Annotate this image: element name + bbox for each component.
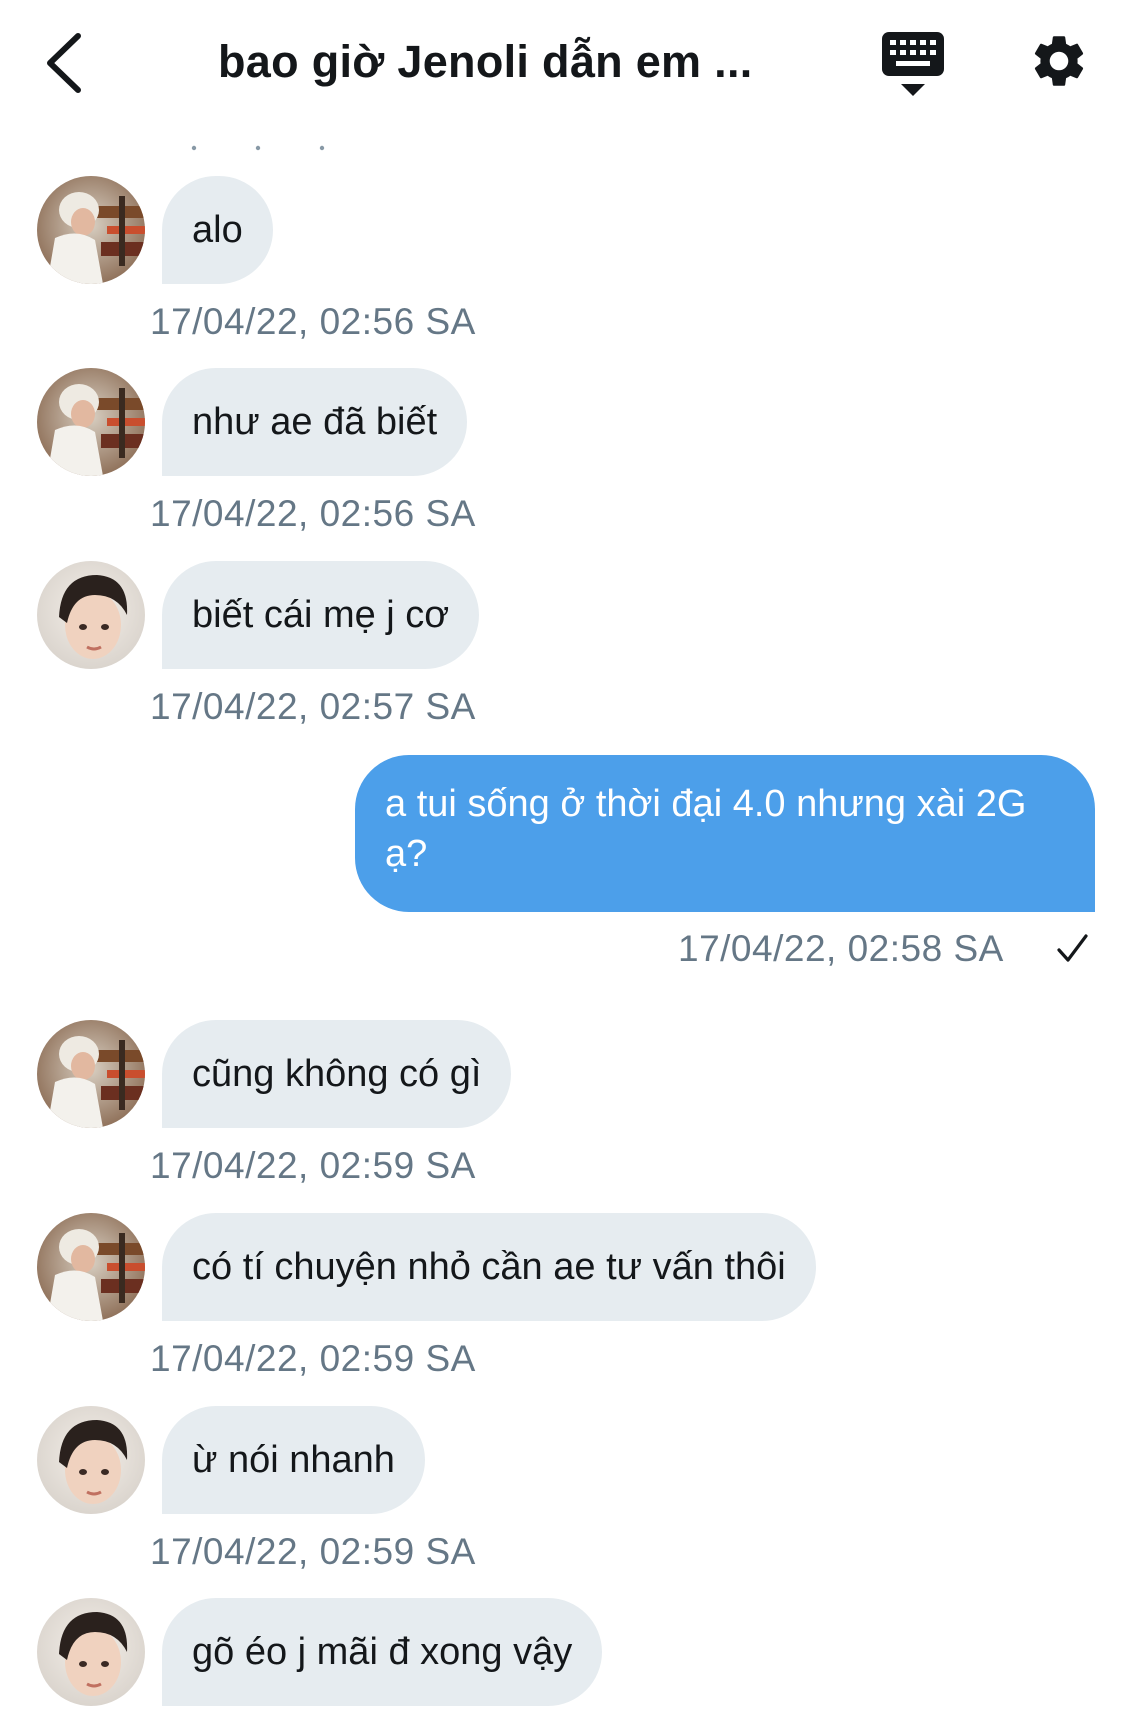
message-timestamp: 17/04/22, 02:56 SA xyxy=(150,301,476,342)
avatar-image xyxy=(37,1020,145,1128)
keyboard-toggle-button[interactable] xyxy=(880,30,946,100)
avatar-image xyxy=(37,561,145,669)
avatar-image xyxy=(37,1598,145,1706)
message-bubble[interactable]: biết cái mẹ j cơ xyxy=(162,561,480,669)
message-text: alo xyxy=(192,209,243,251)
message-bubble[interactable]: có tí chuyện nhỏ cần ae tư vấn thôi xyxy=(162,1213,816,1321)
avatar-blonde[interactable] xyxy=(37,1213,145,1321)
avatar-blonde[interactable] xyxy=(37,368,145,476)
check-icon xyxy=(1057,934,1088,962)
message-text: cũng không có gì xyxy=(192,1053,482,1095)
avatar-blonde[interactable] xyxy=(37,1020,145,1128)
message-text: ừ nói nhanh xyxy=(192,1439,395,1481)
message-bubble[interactable]: alo xyxy=(162,176,273,284)
message-bubble[interactable]: ừ nói nhanh xyxy=(162,1406,425,1514)
back-button[interactable] xyxy=(38,28,94,98)
avatar-image xyxy=(37,1406,145,1514)
avatar-dark[interactable] xyxy=(37,1406,145,1514)
avatar-image xyxy=(37,176,145,284)
message-timestamp: 17/04/22, 02:56 SA xyxy=(150,493,476,534)
message-text: a tui sống ở thời đại 4.0 nhưng xài 2G ạ… xyxy=(385,783,1027,875)
avatar-dark[interactable] xyxy=(37,561,145,669)
message-timestamp: 17/04/22, 02:59 SA xyxy=(150,1531,476,1572)
conversation-title[interactable]: bao giờ Jenoli dẫn em ... xyxy=(218,32,818,92)
message-text: gõ éo j mãi đ xong vậy xyxy=(192,1631,573,1673)
message-timestamp: 17/04/22, 02:59 SA xyxy=(150,1338,476,1379)
conversation-header: bao giờ Jenoli dẫn em ... xyxy=(0,0,1125,128)
message-bubble[interactable]: cũng không có gì xyxy=(162,1020,512,1128)
avatar-dark[interactable] xyxy=(37,1598,145,1706)
message-text: biết cái mẹ j cơ xyxy=(192,594,450,636)
settings-button[interactable] xyxy=(1028,30,1090,92)
message-bubble[interactable]: gõ éo j mãi đ xong vậy xyxy=(162,1598,603,1706)
avatar-image xyxy=(37,1213,145,1321)
message-timestamp: 17/04/22, 02:58 SA xyxy=(678,928,1004,969)
keyboard-hide-icon xyxy=(882,32,944,96)
avatar-blonde[interactable] xyxy=(37,176,145,284)
avatar-image xyxy=(37,368,145,476)
scrolled-off-timestamp-remnant xyxy=(191,145,325,151)
message-timestamp: 17/04/22, 02:59 SA xyxy=(150,1145,476,1186)
message-text: có tí chuyện nhỏ cần ae tư vấn thôi xyxy=(192,1246,786,1288)
message-timestamp: 17/04/22, 02:57 SA xyxy=(150,686,476,727)
chevron-left-icon xyxy=(47,33,81,93)
message-text: như ae đã biết xyxy=(192,401,438,443)
message-bubble[interactable]: như ae đã biết xyxy=(162,368,468,476)
outgoing-message-bubble[interactable]: a tui sống ở thời đại 4.0 nhưng xài 2G ạ… xyxy=(355,755,1095,912)
gear-icon xyxy=(1034,36,1084,86)
